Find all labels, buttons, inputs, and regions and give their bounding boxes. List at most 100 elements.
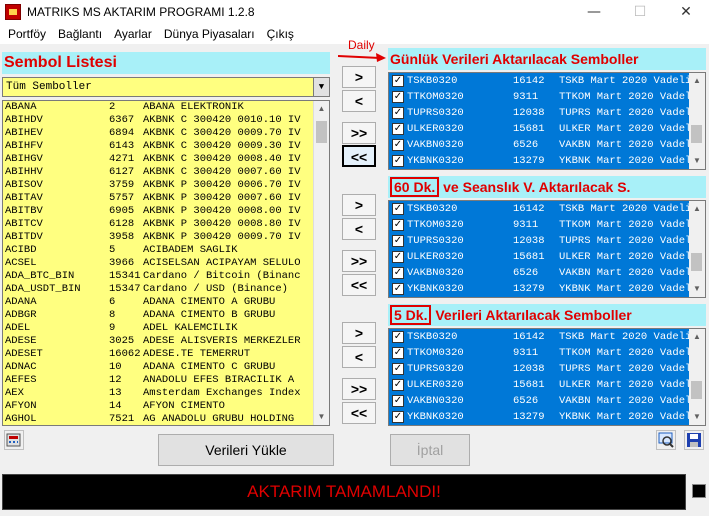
- scroll-up-icon[interactable]: ▲: [689, 73, 705, 89]
- row-checkbox[interactable]: ✓: [392, 219, 404, 231]
- symbol-list-row[interactable]: ABITCV 6128 AKBNK P 300420 0008.80 IV: [3, 218, 329, 231]
- 60min-list-scrollbar[interactable]: ▲ ▼: [689, 201, 705, 297]
- panel-symbol-row[interactable]: ✓ VAKBN0320 6526 VAKBN Mart 2020 Vadeli: [389, 393, 705, 409]
- scroll-up-icon[interactable]: ▲: [689, 201, 705, 217]
- remove-one-daily-button[interactable]: <: [342, 90, 376, 112]
- symbol-list-row[interactable]: ADANA 6 ADANA CIMENTO A GRUBU: [3, 296, 329, 309]
- symbol-list-row[interactable]: ABITBV 6905 AKBNK P 300420 0008.00 IV: [3, 205, 329, 218]
- row-checkbox[interactable]: ✓: [392, 155, 404, 167]
- symbol-list-row[interactable]: AGHOL 7521 AG ANADOLU GRUBU HOLDING: [3, 413, 329, 425]
- close-button[interactable]: ✕: [663, 0, 709, 24]
- symbol-list-row[interactable]: ABIHFV 6143 AKBNK C 300420 0009.30 IV: [3, 140, 329, 153]
- panel-symbol-row[interactable]: ✓ TSKB0320 16142 TSKB Mart 2020 Vadeli: [389, 201, 705, 217]
- maximize-button[interactable]: ☐: [617, 0, 663, 24]
- menu-ayarlar[interactable]: Ayarlar: [108, 27, 158, 41]
- preview-icon[interactable]: [656, 430, 676, 450]
- symbol-list-row[interactable]: ABIHHV 6127 AKBNK C 300420 0007.60 IV: [3, 166, 329, 179]
- panel-symbol-row[interactable]: ✓ VAKBN0320 6526 VAKBN Mart 2020 Vadeli: [389, 265, 705, 281]
- row-checkbox[interactable]: ✓: [392, 91, 404, 103]
- scroll-down-icon[interactable]: ▼: [689, 409, 705, 425]
- load-data-button[interactable]: Verileri Yükle: [158, 434, 334, 466]
- symbol-list-row[interactable]: ABITDV 3958 AKBNK P 300420 0009.70 IV: [3, 231, 329, 244]
- scrollbar-thumb[interactable]: [316, 121, 327, 143]
- symbol-list-row[interactable]: AEFES 12 ANADOLU EFES BIRACILIK A: [3, 374, 329, 387]
- panel-symbol-row[interactable]: ✓ YKBNK0320 13279 YKBNK Mart 2020 Vadeli: [389, 153, 705, 169]
- panel-symbol-row[interactable]: ✓ TUPRS0320 12038 TUPRS Mart 2020 Vadeli: [389, 105, 705, 121]
- row-checkbox[interactable]: ✓: [392, 235, 404, 247]
- add-one-daily-button[interactable]: >: [342, 66, 376, 88]
- panel-symbol-row[interactable]: ✓ YKBNK0320 13279 YKBNK Mart 2020 Vadeli: [389, 409, 705, 425]
- panel-symbol-row[interactable]: ✓ TTKOM0320 9311 TTKOM Mart 2020 Vadeli: [389, 345, 705, 361]
- symbol-list-row[interactable]: ABIHGV 4271 AKBNK C 300420 0008.40 IV: [3, 153, 329, 166]
- row-checkbox[interactable]: ✓: [392, 411, 404, 423]
- symbol-list-row[interactable]: ADA_USDT_BIN 15347 Cardano / USD (Binance): [3, 283, 329, 296]
- menu-dunya-piyasalari[interactable]: Dünya Piyasaları: [158, 27, 261, 41]
- panel-symbol-row[interactable]: ✓ ULKER0320 15681 ULKER Mart 2020 Vadeli: [389, 121, 705, 137]
- remove-one-60min-button[interactable]: <: [342, 218, 376, 240]
- symbol-list-row[interactable]: ADEL 9 ADEL KALEMCILIK: [3, 322, 329, 335]
- symbol-list-row[interactable]: ABISOV 3759 AKBNK P 300420 0006.70 IV: [3, 179, 329, 192]
- panel-symbol-row[interactable]: ✓ ULKER0320 15681 ULKER Mart 2020 Vadeli: [389, 249, 705, 265]
- symbol-list-row[interactable]: AFYON 14 AFYON CIMENTO: [3, 400, 329, 413]
- row-checkbox[interactable]: ✓: [392, 379, 404, 391]
- panel-symbol-row[interactable]: ✓ TUPRS0320 12038 TUPRS Mart 2020 Vadeli: [389, 233, 705, 249]
- scrollbar-thumb[interactable]: [691, 125, 702, 143]
- panel-symbol-row[interactable]: ✓ ULKER0320 15681 ULKER Mart 2020 Vadeli: [389, 377, 705, 393]
- minimize-button[interactable]: —: [571, 0, 617, 24]
- remove-all-5min-button[interactable]: <<: [342, 402, 376, 424]
- row-checkbox[interactable]: ✓: [392, 331, 404, 343]
- symbol-list-row[interactable]: ADNAC 10 ADANA CIMENTO C GRUBU: [3, 361, 329, 374]
- panel-symbol-row[interactable]: ✓ TTKOM0320 9311 TTKOM Mart 2020 Vadeli: [389, 89, 705, 105]
- symbol-list-row[interactable]: ADA_BTC_BIN 15341 Cardano / Bitcoin (Binan…: [3, 270, 329, 283]
- symbol-list-row[interactable]: ABIHDV 6367 AKBNK C 300420 0010.10 IV: [3, 114, 329, 127]
- symbol-list-row[interactable]: ADESET 16062 ADESE.TE TEMERRUT: [3, 348, 329, 361]
- chevron-down-icon[interactable]: ▼: [313, 78, 329, 96]
- panel-symbol-row[interactable]: ✓ TSKB0320 16142 TSKB Mart 2020 Vadeli: [389, 73, 705, 89]
- scroll-down-icon[interactable]: ▼: [314, 409, 329, 425]
- panel-symbol-row[interactable]: ✓ VAKBN0320 6526 VAKBN Mart 2020 Vadeli: [389, 137, 705, 153]
- row-checkbox[interactable]: ✓: [392, 139, 404, 151]
- scroll-down-icon[interactable]: ▼: [689, 153, 705, 169]
- symbol-list[interactable]: ABANA 2 ABANA ELEKTRONIK ABIHDV 6367 AKBNK C …: [2, 100, 330, 426]
- row-checkbox[interactable]: ✓: [392, 75, 404, 87]
- row-checkbox[interactable]: ✓: [392, 347, 404, 359]
- scroll-up-icon[interactable]: ▲: [314, 101, 329, 117]
- panel-symbol-row[interactable]: ✓ TSKB0320 16142 TSKB Mart 2020 Vadeli: [389, 329, 705, 345]
- symbol-list-row[interactable]: ABIHEV 6894 AKBNK C 300420 0009.70 IV: [3, 127, 329, 140]
- panel-symbol-row[interactable]: ✓ TUPRS0320 12038 TUPRS Mart 2020 Vadeli: [389, 361, 705, 377]
- remove-all-daily-button[interactable]: <<: [342, 145, 376, 167]
- symbol-list-row[interactable]: ACIBD 5 ACIBADEM SAGLIK: [3, 244, 329, 257]
- panel-symbol-row[interactable]: ✓ TTKOM0320 9311 TTKOM Mart 2020 Vadeli: [389, 217, 705, 233]
- symbol-list-row[interactable]: ABANA 2 ABANA ELEKTRONIK: [3, 101, 329, 114]
- scroll-down-icon[interactable]: ▼: [689, 281, 705, 297]
- menu-portfoy[interactable]: Portföy: [2, 27, 52, 41]
- symbol-list-scrollbar[interactable]: ▲ ▼: [313, 101, 329, 425]
- row-checkbox[interactable]: ✓: [392, 283, 404, 295]
- add-all-5min-button[interactable]: >>: [342, 378, 376, 400]
- add-one-5min-button[interactable]: >: [342, 322, 376, 344]
- add-all-60min-button[interactable]: >>: [342, 250, 376, 272]
- cancel-button[interactable]: İptal: [390, 434, 470, 466]
- panel-symbol-row[interactable]: ✓ YKBNK0320 13279 YKBNK Mart 2020 Vadeli: [389, 281, 705, 297]
- scroll-up-icon[interactable]: ▲: [689, 329, 705, 345]
- 5min-symbol-list[interactable]: ✓ TSKB0320 16142 TSKB Mart 2020 Vadeli ✓ TTKO…: [388, 328, 706, 426]
- scrollbar-thumb[interactable]: [691, 253, 702, 271]
- row-checkbox[interactable]: ✓: [392, 123, 404, 135]
- add-one-60min-button[interactable]: >: [342, 194, 376, 216]
- row-checkbox[interactable]: ✓: [392, 107, 404, 119]
- menu-baglanti[interactable]: Bağlantı: [52, 27, 108, 41]
- daily-symbol-list[interactable]: ✓ TSKB0320 16142 TSKB Mart 2020 Vadeli ✓ TTKO…: [388, 72, 706, 170]
- save-icon[interactable]: [684, 430, 704, 450]
- symbol-list-row[interactable]: ABITAV 5757 AKBNK P 300420 0007.60 IV: [3, 192, 329, 205]
- row-checkbox[interactable]: ✓: [392, 251, 404, 263]
- daily-list-scrollbar[interactable]: ▲ ▼: [689, 73, 705, 169]
- remove-all-60min-button[interactable]: <<: [342, 274, 376, 296]
- row-checkbox[interactable]: ✓: [392, 395, 404, 407]
- row-checkbox[interactable]: ✓: [392, 267, 404, 279]
- symbol-filter-select[interactable]: Tüm Semboller ▼: [2, 77, 330, 97]
- symbol-list-row[interactable]: AEX 13 Amsterdam Exchanges Index: [3, 387, 329, 400]
- 60min-symbol-list[interactable]: ✓ TSKB0320 16142 TSKB Mart 2020 Vadeli ✓ TTKO…: [388, 200, 706, 298]
- menu-cikis[interactable]: Çıkış: [261, 27, 300, 41]
- symbol-list-row[interactable]: ADBGR 8 ADANA CIMENTO B GRUBU: [3, 309, 329, 322]
- add-all-daily-button[interactable]: >>: [342, 122, 376, 144]
